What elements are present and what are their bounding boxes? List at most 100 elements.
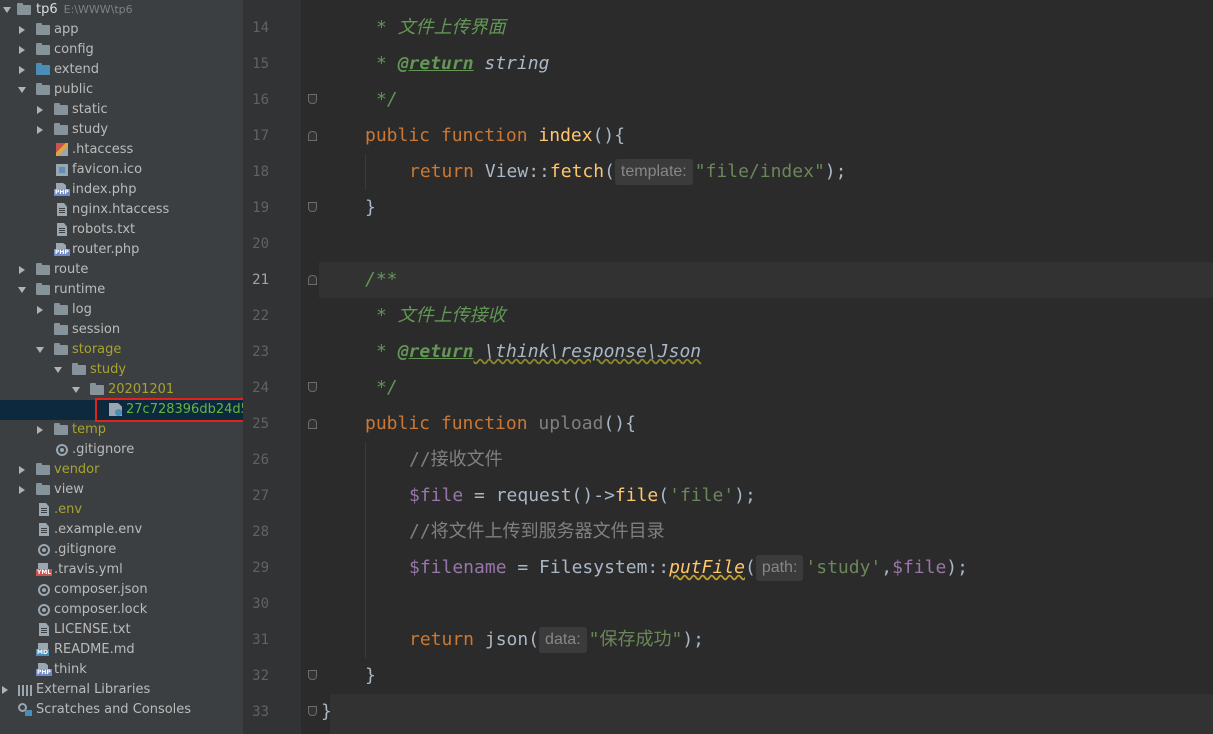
tree-item-storage[interactable]: storage [0,340,243,360]
tree-item-label: nginx.htaccess [72,202,170,217]
tree-item-storage-study[interactable]: study [0,360,243,380]
fold-marker-icon[interactable] [308,275,317,285]
expand-arrow-icon[interactable] [18,287,26,293]
tree-item-label: app [54,22,79,37]
code-line-27[interactable]: $file = request()->file('file'); [409,478,756,514]
fold-marker-icon[interactable] [308,706,317,716]
code-line-14[interactable]: * 文件上传界面 [376,10,506,46]
line-number: 26 [252,452,269,468]
tree-item-static[interactable]: static [0,100,243,120]
tree-item-index-php[interactable]: index.php [0,180,243,200]
collapse-arrow-icon[interactable] [19,46,25,54]
tree-item-temp[interactable]: temp [0,420,243,440]
expand-arrow-icon[interactable] [36,347,44,353]
code-line-31[interactable]: return json(data: "保存成功"); [409,622,704,658]
tree-item-session[interactable]: session [0,320,243,340]
tree-item-robots[interactable]: robots.txt [0,220,243,240]
code-line-17[interactable]: public function index(){ [365,118,625,154]
tree-item-app[interactable]: app [0,20,243,40]
code-line-18[interactable]: return View::fetch(template: "file/index"… [409,154,846,190]
collapse-arrow-icon[interactable] [19,66,25,74]
tree-item-log[interactable]: log [0,300,243,320]
line-number: 33 [252,704,269,720]
tree-item-label: extend [54,62,100,77]
code-line-25[interactable]: public function upload(){ [365,406,636,442]
tree-item-license[interactable]: LICENSE.txt [0,620,243,640]
tree-item-view[interactable]: view [0,480,243,500]
collapse-arrow-icon[interactable] [37,426,43,434]
tree-item-20201201[interactable]: 20201201 [0,380,243,400]
collapse-arrow-icon[interactable] [19,26,25,34]
collapse-arrow-icon[interactable] [2,686,8,694]
parameter-hint: template: [614,159,693,185]
code-line-29[interactable]: $filename = Filesystem::putFile(path:'st… [409,550,968,586]
tree-item-public-study[interactable]: study [0,120,243,140]
tree-item-nginx-htaccess[interactable]: nginx.htaccess [0,200,243,220]
code-line-28[interactable]: //将文件上传到服务器文件目录 [409,514,665,550]
line-number: 23 [252,344,269,360]
composer-file-icon [38,604,50,616]
scratches-icon [18,703,32,716]
tree-item-runtime-gitignore[interactable]: .gitignore [0,440,243,460]
code-line-16[interactable]: */ [376,82,398,118]
code-line-23[interactable]: * @return \think\response\Json [376,334,701,370]
tree-item-example-env[interactable]: .example.env [0,520,243,540]
tree-item-favicon[interactable]: favicon.ico [0,160,243,180]
tree-item-router-php[interactable]: router.php [0,240,243,260]
fold-marker-icon[interactable] [308,382,317,392]
tree-item-readme[interactable]: README.md [0,640,243,660]
code-line-21[interactable]: /** [365,262,398,298]
text-file-icon [57,223,67,236]
collapse-arrow-icon[interactable] [37,106,43,114]
tree-item-public[interactable]: public [0,80,243,100]
tree-item-route[interactable]: route [0,260,243,280]
tree-item-env[interactable]: .env [0,500,243,520]
htaccess-file-icon [56,143,68,156]
tree-item-label: robots.txt [72,222,136,237]
tree-item-label: route [54,262,89,277]
fold-marker-icon[interactable] [308,131,317,141]
root-name: tp6 [36,2,58,17]
tree-item-composer-lock[interactable]: composer.lock [0,600,243,620]
code-line-26[interactable]: //接收文件 [409,442,503,478]
tree-item-htaccess[interactable]: .htaccess [0,140,243,160]
tree-root-tp6[interactable]: tp6 E:\WWW\tp6 [0,0,243,20]
tree-item-label: router.php [72,242,140,257]
tree-item-vendor[interactable]: vendor [0,460,243,480]
fold-marker-icon[interactable] [308,202,317,212]
expand-arrow-icon[interactable] [3,7,11,13]
code-line-19[interactable]: } [365,190,376,226]
code-line-33[interactable]: } [321,694,332,730]
tree-item-config[interactable]: config [0,40,243,60]
code-line-24[interactable]: */ [376,370,398,406]
tree-item-travis-yml[interactable]: .travis.yml [0,560,243,580]
tree-item-scratches[interactable]: Scratches and Consoles [0,700,243,720]
line-number: 17 [252,128,269,144]
expand-arrow-icon[interactable] [72,387,80,393]
line-number: 24 [252,380,269,396]
expand-arrow-icon[interactable] [54,367,62,373]
collapse-arrow-icon[interactable] [37,126,43,134]
line-number: 16 [252,92,269,108]
tree-item-runtime[interactable]: runtime [0,280,243,300]
collapse-arrow-icon[interactable] [19,486,25,494]
code-line-22[interactable]: * 文件上传接收 [376,298,506,334]
text-file-icon [39,503,49,516]
expand-arrow-icon[interactable] [18,87,26,93]
collapse-arrow-icon[interactable] [19,466,25,474]
fold-marker-icon[interactable] [308,419,317,429]
line-number-current: 21 [252,272,269,288]
fold-marker-icon[interactable] [308,94,317,104]
tree-item-extend[interactable]: extend [0,60,243,80]
code-line-15[interactable]: * @return string [376,46,549,82]
code-line-32[interactable]: } [365,658,376,694]
fold-marker-icon[interactable] [308,670,317,680]
tree-item-external-libraries[interactable]: External Libraries [0,680,243,700]
folder-icon [36,43,50,55]
tree-item-gitignore[interactable]: .gitignore [0,540,243,560]
current-line-highlight [319,262,1213,298]
tree-item-think[interactable]: think [0,660,243,680]
tree-item-composer-json[interactable]: composer.json [0,580,243,600]
collapse-arrow-icon[interactable] [37,306,43,314]
collapse-arrow-icon[interactable] [19,266,25,274]
